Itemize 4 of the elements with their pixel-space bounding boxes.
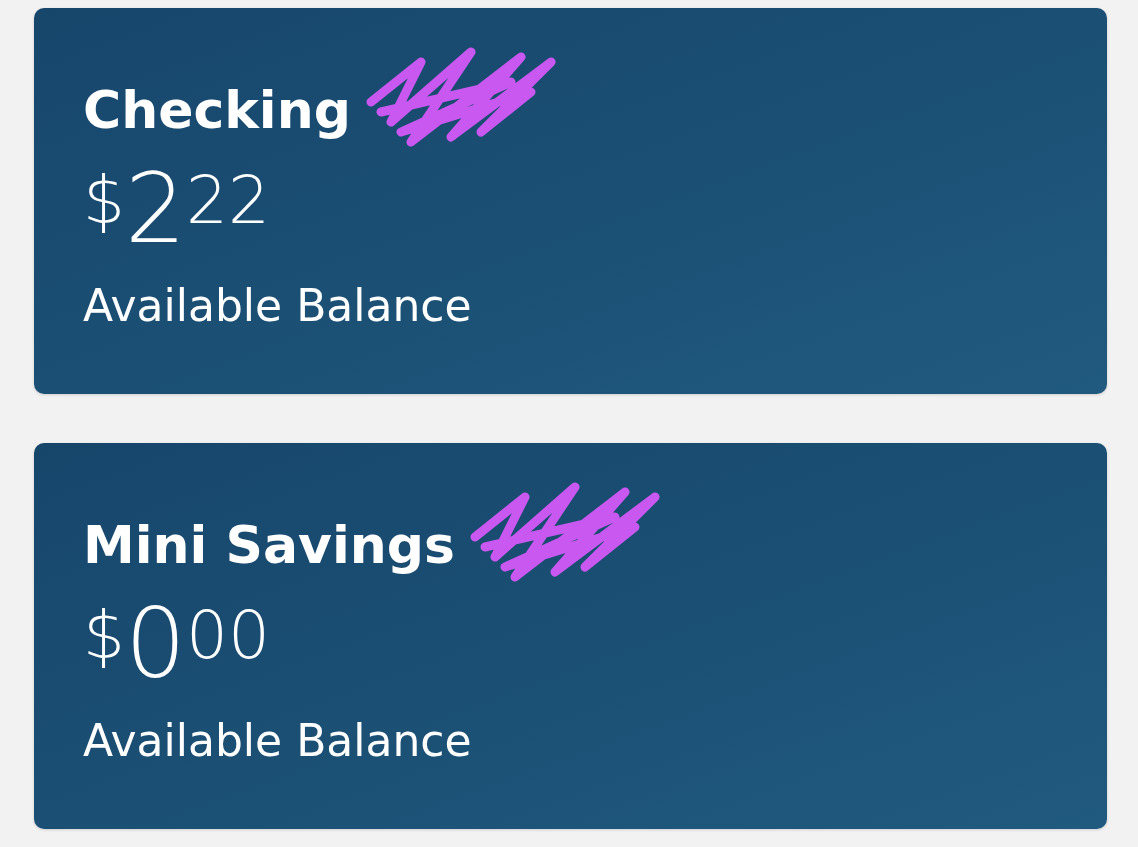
balance-caption: Available Balance	[83, 280, 473, 334]
balance-caption: Available Balance	[83, 715, 473, 769]
account-name: Mini Savings	[83, 513, 455, 577]
account-name: Checking	[83, 78, 351, 142]
